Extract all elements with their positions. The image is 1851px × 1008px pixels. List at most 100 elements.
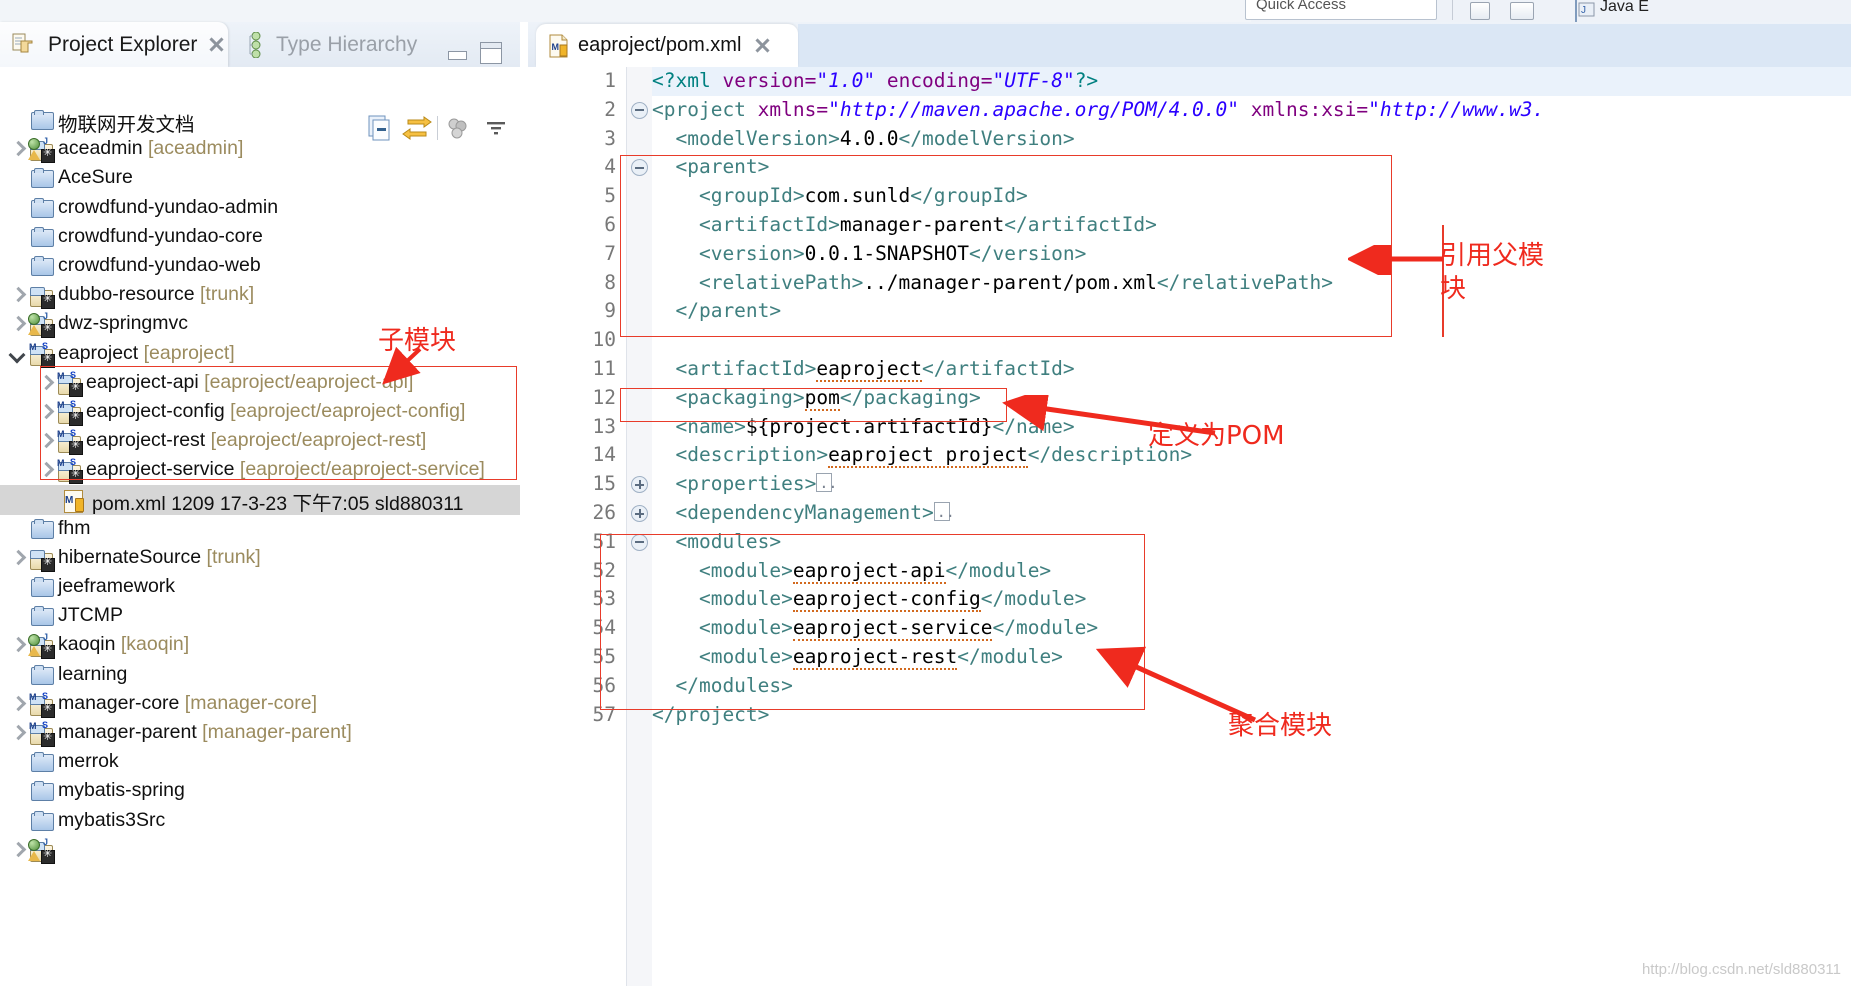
code-line[interactable]: <project xmlns="http://maven.apache.org/…: [652, 96, 1851, 125]
code-line[interactable]: <version>0.0.1-SNAPSHOT</version>: [652, 240, 1851, 269]
view-tab-bar: Project Explorer Type Hierarchy: [0, 22, 520, 67]
chevron-right-icon[interactable]: [38, 463, 52, 477]
code-line[interactable]: </parent>: [652, 297, 1851, 326]
code-token: <artifactId>: [652, 356, 817, 380]
code-token: </packaging>: [839, 385, 981, 409]
tree-item-label: crowdfund-yundao-web: [58, 253, 261, 276]
tree-item[interactable]: crowdfund-yundao-core: [0, 223, 520, 252]
code-line[interactable]: [652, 326, 1851, 355]
code-line[interactable]: <module>eaproject-config</module>: [652, 585, 1851, 614]
perspective-label[interactable]: Java E: [1600, 0, 1649, 16]
tree-item[interactable]: MSmanager-parent [manager-parent]: [0, 719, 520, 748]
fold-expand-icon[interactable]: [631, 505, 648, 522]
tree-item[interactable]: MSeaproject-rest [eaproject/eaproject-re…: [0, 427, 520, 456]
folder-icon: [30, 255, 54, 278]
tree-item[interactable]: mybatis-spring: [0, 777, 520, 806]
tab-project-explorer[interactable]: Project Explorer: [0, 22, 228, 67]
chevron-right-icon[interactable]: [10, 551, 24, 565]
tree-item[interactable]: JTCMP: [0, 602, 520, 631]
tree-item[interactable]: mybatis3Src: [0, 807, 520, 836]
code-token: manager-parent: [839, 212, 1005, 236]
tree-item[interactable]: merrok: [0, 748, 520, 777]
tree-item[interactable]: MSeaproject-api [eaproject/eaproject-api…: [0, 369, 520, 398]
tree-item[interactable]: hibernateSource [trunk]: [0, 544, 520, 573]
folding-column[interactable]: [626, 67, 654, 986]
tree-item[interactable]: crowdfund-yundao-web: [0, 252, 520, 281]
code-token: <packaging>: [652, 385, 805, 409]
tree-item[interactable]: pom.xml 1209 17-3-23 下午7:05 sld880311: [0, 485, 520, 515]
code-line[interactable]: <artifactId>manager-parent</artifactId>: [652, 211, 1851, 240]
project-explorer-view: Project Explorer Type Hierarchy 物联网开发文档 …: [0, 22, 520, 986]
code-line[interactable]: <module>eaproject-api</module>: [652, 557, 1851, 586]
code-line[interactable]: <groupId>com.sunld</groupId>: [652, 182, 1851, 211]
chevron-right-icon[interactable]: [10, 697, 24, 711]
tree-item[interactable]: fhm: [0, 515, 520, 544]
maven-project-icon: MS: [57, 399, 83, 426]
editor-tab-bar: M eaproject/pom.xml: [528, 22, 1851, 67]
code-line[interactable]: <parent>: [652, 153, 1851, 182]
code-token: </module>: [945, 558, 1052, 582]
fold-collapse-icon[interactable]: [631, 533, 648, 551]
project-tree[interactable]: 物联网开发文档Jaceadmin [aceadmin]AceSurecrowdf…: [0, 106, 520, 1008]
tree-item[interactable]: MSeaproject-config [eaproject/eaproject-…: [0, 398, 520, 427]
chevron-right-icon[interactable]: [10, 317, 24, 331]
code-line[interactable]: <properties>: [652, 469, 1851, 499]
chevron-right-icon[interactable]: [10, 638, 24, 652]
code-line[interactable]: <modelVersion>4.0.0</modelVersion>: [652, 125, 1851, 154]
code-line[interactable]: <module>eaproject-rest</module>: [652, 643, 1851, 672]
code-content[interactable]: <?xml version="1.0" encoding="UTF-8"?> <p…: [652, 67, 1851, 986]
tree-item-label: mybatis3Src: [58, 808, 166, 831]
tree-item[interactable]: AceSure: [0, 164, 520, 193]
code-token: <description>: [652, 443, 829, 467]
tree-item-label: dwz-springmvc: [58, 312, 189, 335]
tree-item[interactable]: dubbo-resource [trunk]: [0, 281, 520, 310]
collapsed-region-box[interactable]: [933, 498, 955, 527]
close-icon[interactable]: [207, 35, 226, 54]
chevron-right-icon[interactable]: [10, 726, 24, 740]
code-line[interactable]: <dependencyManagement>: [652, 498, 1851, 528]
tree-item[interactable]: MSmanager-core [manager-core]: [0, 690, 520, 719]
line-number: 6: [604, 213, 616, 236]
code-line[interactable]: <artifactId>eaproject</artifactId>: [652, 355, 1851, 384]
tree-item[interactable]: Jkaoqin [kaoqin]: [0, 631, 520, 660]
tree-item[interactable]: 物联网开发文档: [0, 106, 520, 136]
tab-eaproject-pom-xml[interactable]: M eaproject/pom.xml: [536, 24, 798, 67]
code-line[interactable]: <modules>: [652, 528, 1851, 557]
open-perspective-icon[interactable]: [1470, 2, 1490, 20]
tab-type-hierarchy[interactable]: Type Hierarchy: [232, 22, 462, 67]
code-token: </module>: [992, 616, 1099, 640]
line-number: 12: [592, 385, 616, 409]
java-perspective-icon[interactable]: J: [1578, 1, 1595, 18]
collapsed-region-box[interactable]: [816, 469, 837, 498]
perspective-switch-icon[interactable]: [1510, 2, 1534, 20]
code-token: </relativePath>: [1156, 270, 1333, 294]
tree-item[interactable]: MSeaproject-service [eaproject/eaproject…: [0, 456, 520, 485]
fold-expand-icon[interactable]: [631, 476, 648, 494]
tree-item[interactable]: jeeframework: [0, 573, 520, 602]
close-icon[interactable]: [753, 36, 772, 55]
chevron-right-icon[interactable]: [10, 843, 24, 857]
tree-item[interactable]: J: [0, 836, 520, 865]
code-line[interactable]: <packaging>pom</packaging>: [652, 384, 1851, 413]
code-token: encoding=: [875, 69, 993, 92]
tree-item[interactable]: Jaceadmin [aceadmin]: [0, 135, 520, 164]
code-line[interactable]: <relativePath>../manager-parent/pom.xml<…: [652, 269, 1851, 298]
fold-collapse-icon[interactable]: [631, 159, 648, 177]
folder-icon: [30, 518, 54, 541]
code-line[interactable]: <?xml version="1.0" encoding="UTF-8"?>: [652, 67, 1851, 96]
code-line[interactable]: </modules>: [652, 672, 1851, 701]
maximize-view-icon[interactable]: [480, 42, 502, 64]
line-number: 14: [592, 443, 616, 467]
chevron-right-icon[interactable]: [38, 405, 52, 419]
fold-collapse-icon[interactable]: [631, 101, 648, 119]
code-token: </module>: [980, 587, 1087, 611]
chevron-right-icon[interactable]: [10, 288, 24, 302]
code-line[interactable]: <module>eaproject-service</module>: [652, 614, 1851, 643]
chevron-right-icon[interactable]: [38, 434, 52, 448]
tree-item[interactable]: learning: [0, 661, 520, 690]
chevron-right-icon[interactable]: [38, 376, 52, 390]
tree-item[interactable]: crowdfund-yundao-admin: [0, 194, 520, 223]
chevron-right-icon[interactable]: [10, 142, 24, 156]
chevron-down-icon[interactable]: [10, 347, 24, 361]
minimize-view-icon[interactable]: [448, 44, 470, 60]
